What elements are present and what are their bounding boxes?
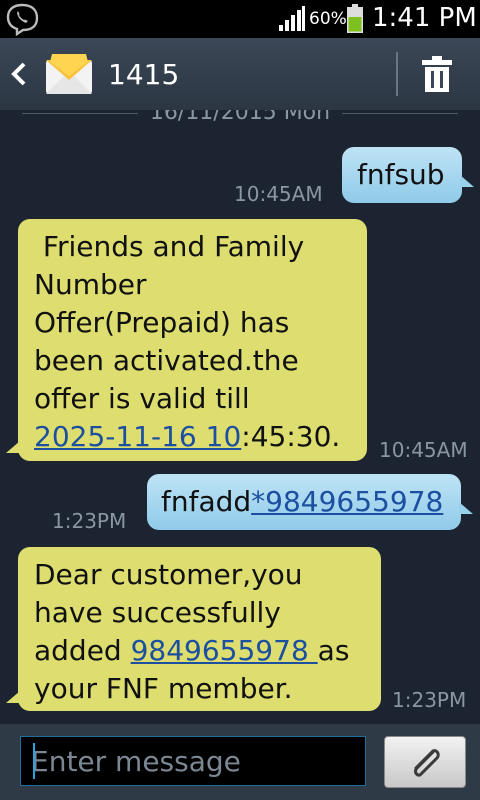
message-line: your FNF member. [34, 672, 293, 705]
viber-icon [6, 3, 39, 36]
message-input[interactable] [20, 736, 366, 786]
date-link[interactable]: 2025-11-16 10 [34, 420, 241, 453]
date-divider: 16/11/2015 Mon [0, 110, 480, 126]
battery-icon [347, 4, 363, 33]
message-line: have successfully [34, 596, 281, 629]
message-list[interactable]: 16/11/2015 Mon fnfsub 10:45AM Friends an… [0, 110, 480, 724]
header-divider [396, 52, 398, 96]
bubble-tail [460, 175, 474, 187]
message-time: 1:23PM [392, 688, 467, 712]
status-bar: 60% 1:41 PM [0, 0, 480, 38]
message-line: Dear customer,you [34, 558, 303, 591]
bubble-tail [6, 691, 20, 703]
composer-bar [0, 724, 480, 800]
bubble-tail [459, 502, 473, 514]
message-text: fnfsub [357, 158, 445, 191]
phone-link[interactable]: *9849655978 [251, 485, 443, 518]
message-line: been activated.the [34, 344, 299, 377]
divider-line [342, 113, 458, 114]
message-text: :45:30. [241, 420, 341, 453]
sent-message[interactable]: fnfsub [342, 147, 474, 203]
attach-button[interactable] [384, 736, 466, 788]
envelope-icon [46, 54, 92, 94]
sent-message[interactable]: fnfadd*9849655978 [147, 474, 473, 530]
message-line: Friends and Family [34, 230, 305, 263]
received-message[interactable]: Friends and Family Number Offer(Prepaid)… [6, 219, 367, 461]
message-text: as [317, 634, 350, 667]
message-line: 2025-11-16 10:45:30. [34, 418, 367, 456]
phone-link[interactable]: 9849655978 [131, 634, 318, 667]
received-message[interactable]: Dear customer,you have successfully adde… [6, 547, 381, 711]
message-text: added [34, 634, 131, 667]
message-line: added 9849655978 as [34, 632, 381, 670]
clock: 1:41 PM [372, 3, 477, 33]
signal-icon [279, 6, 305, 31]
divider-line [22, 113, 138, 114]
message-text: fnfadd [161, 485, 252, 518]
message-line: Number [34, 268, 147, 301]
message-line: Offer(Prepaid) has [34, 306, 290, 339]
paperclip-icon [414, 749, 440, 777]
message-line: offer is valid till [34, 382, 250, 415]
conversation-header: 1415 [0, 38, 480, 110]
back-icon[interactable] [8, 60, 30, 88]
trash-icon[interactable] [420, 56, 454, 92]
message-time: 1:23PM [52, 509, 127, 533]
contact-name[interactable]: 1415 [108, 58, 179, 91]
message-time: 10:45AM [234, 182, 323, 206]
text-cursor [33, 743, 35, 779]
battery-percent: 60% [309, 9, 347, 29]
date-text: 16/11/2015 Mon [149, 110, 331, 125]
bubble-tail [6, 441, 20, 453]
message-time: 10:45AM [379, 438, 468, 462]
